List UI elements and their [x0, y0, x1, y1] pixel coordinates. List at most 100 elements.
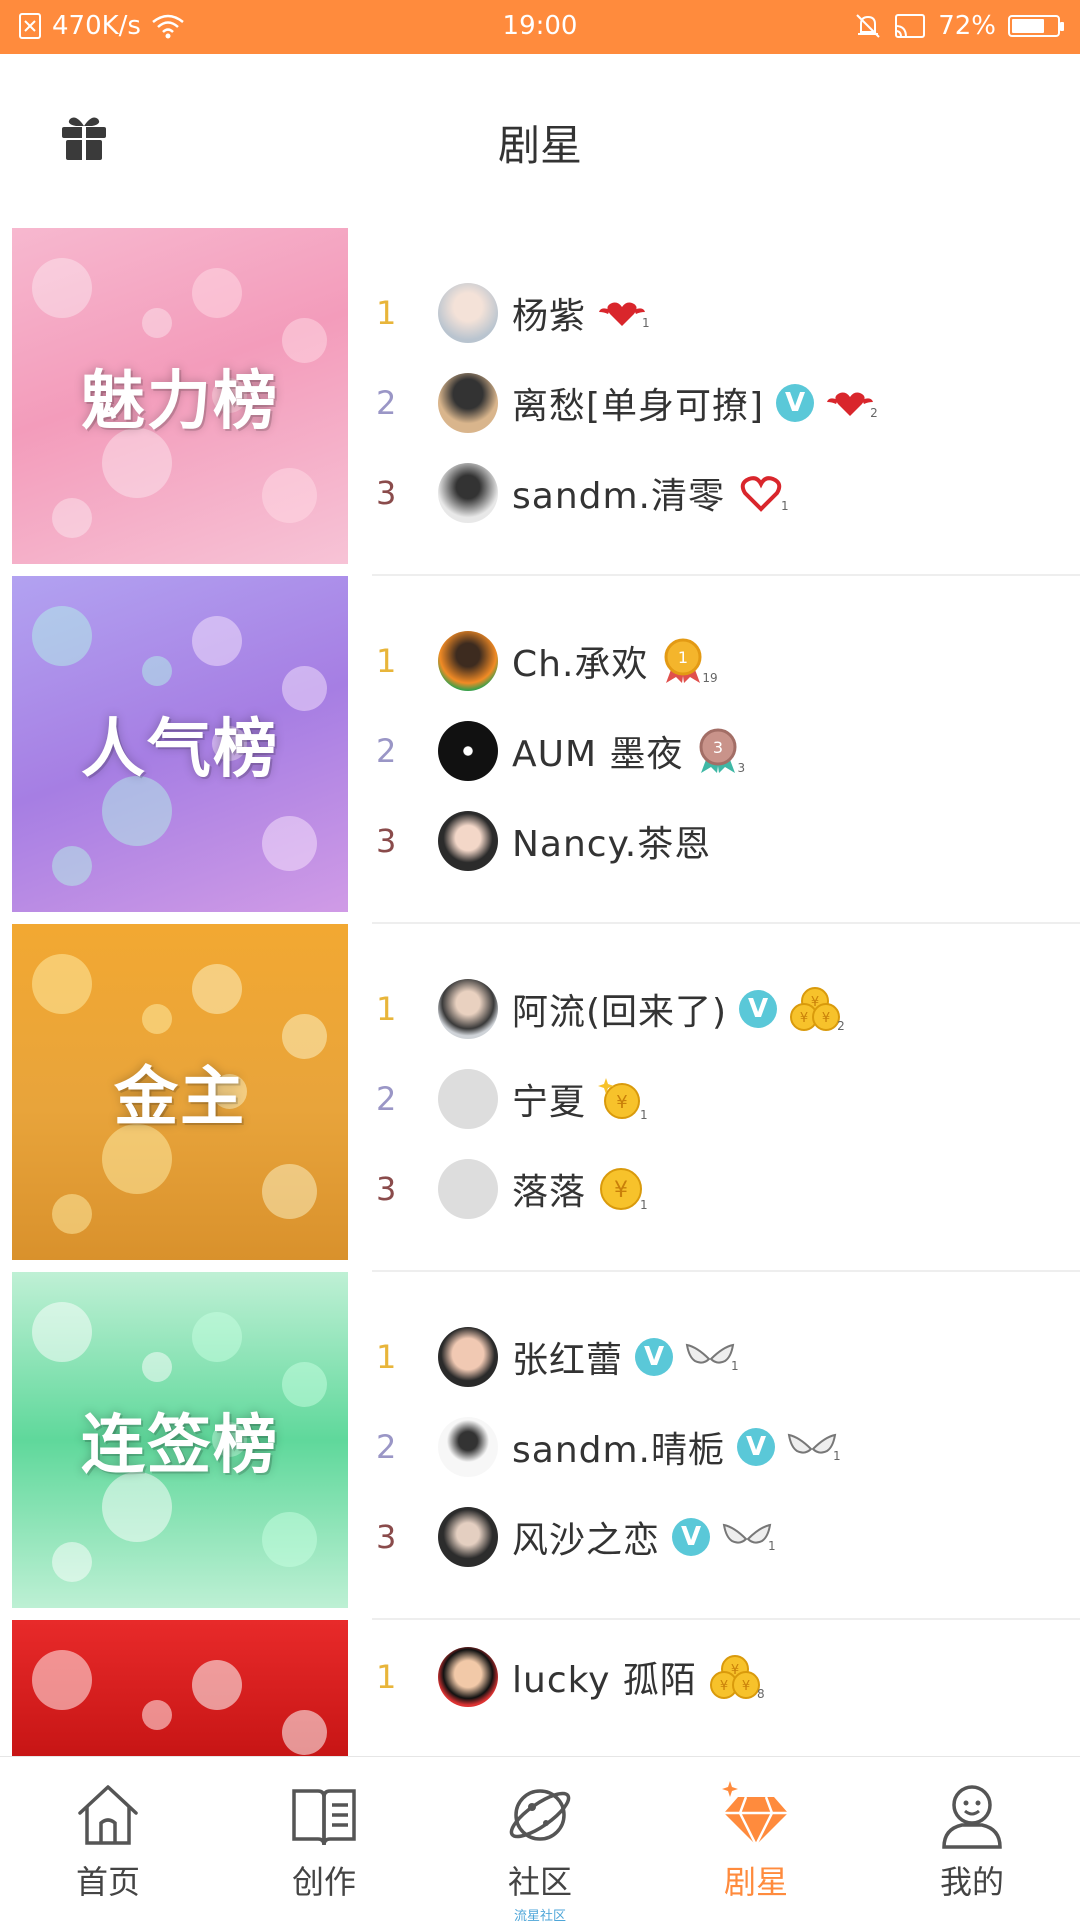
ranking-entry[interactable]: 3 风沙之恋 V 1: [372, 1492, 1080, 1582]
ranking-entry[interactable]: 2 sandm.晴栀 V 1: [372, 1402, 1080, 1492]
wings-icon: 1: [685, 1341, 739, 1373]
badge-level: 1: [640, 1198, 648, 1212]
ranking-entry[interactable]: 3 落落 ¥1: [372, 1144, 1080, 1234]
wings-icon-graphic: [685, 1343, 735, 1364]
board-banner[interactable]: 魅力榜: [12, 228, 348, 564]
username[interactable]: AUM 墨夜: [512, 725, 683, 777]
banner-bokeh: [282, 318, 327, 363]
username[interactable]: 宁夏: [512, 1073, 586, 1125]
ranking-entry[interactable]: 1 杨紫 1: [372, 268, 1080, 358]
planet-icon: [504, 1779, 576, 1851]
home-icon: [72, 1779, 144, 1851]
nav-item[interactable]: 我的: [864, 1757, 1080, 1921]
avatar[interactable]: [438, 463, 498, 523]
nav-item[interactable]: 首页: [0, 1757, 216, 1921]
svg-text:¥: ¥: [811, 995, 819, 1010]
coin-icon: ¥1: [598, 1166, 648, 1212]
wings-icon-graphic: [787, 1433, 837, 1454]
banner-bokeh: [32, 258, 92, 318]
ranking-entry[interactable]: 1 张红蕾 V 1: [372, 1312, 1080, 1402]
username[interactable]: 风沙之恋: [512, 1511, 660, 1563]
username[interactable]: Nancy.茶恩: [512, 815, 711, 867]
banner-bokeh: [52, 1194, 92, 1234]
rank-number: 2: [376, 1428, 397, 1466]
username[interactable]: 离愁[单身可撩]: [512, 377, 764, 429]
badge-level: 2: [870, 406, 878, 420]
avatar[interactable]: [438, 1159, 498, 1219]
diamond-icon: [720, 1779, 792, 1851]
nav-item[interactable]: 社区 流星社区: [432, 1757, 648, 1924]
username[interactable]: 杨紫: [512, 287, 586, 339]
header: 剧星: [0, 54, 1080, 220]
avatar[interactable]: [438, 283, 498, 343]
avatar[interactable]: [438, 1069, 498, 1129]
ranking-entry[interactable]: 3 sandm.清零 1: [372, 448, 1080, 538]
username[interactable]: Ch.承欢: [512, 635, 648, 687]
battery-percent: 72%: [938, 11, 996, 41]
username[interactable]: 落落: [512, 1163, 586, 1215]
username[interactable]: 阿流(回来了): [512, 983, 727, 1035]
ranking-entry[interactable]: 1 阿流(回来了) V ¥ ¥ ¥2: [372, 964, 1080, 1054]
banner-bokeh: [192, 616, 242, 666]
avatar[interactable]: [438, 979, 498, 1039]
svg-text:3: 3: [713, 738, 723, 757]
ranking-board: 1 lucky 孤陌 ¥ ¥ ¥8: [0, 1620, 1080, 1756]
heart-wings-icon: 1: [598, 296, 650, 330]
ranking-entry[interactable]: 2 离愁[单身可撩] V 2: [372, 358, 1080, 448]
battery-icon: [1008, 15, 1064, 37]
svg-text:1: 1: [678, 648, 688, 667]
username[interactable]: sandm.清零: [512, 467, 725, 519]
user-icon: [936, 1779, 1008, 1851]
board-banner[interactable]: 连签榜: [12, 1272, 348, 1608]
bronze-medal-icon: 33: [695, 727, 745, 775]
username[interactable]: 张红蕾: [512, 1331, 623, 1383]
avatar[interactable]: [438, 631, 498, 691]
banner-bokeh: [282, 1362, 327, 1407]
rank-number: 1: [376, 990, 397, 1028]
ranking-entry[interactable]: 1 lucky 孤陌 ¥ ¥ ¥8: [372, 1632, 1080, 1722]
banner-bokeh: [192, 1312, 242, 1362]
ranking-entry[interactable]: 3 Nancy.茶恩: [372, 796, 1080, 886]
user-icon-graphic: [942, 1785, 1002, 1849]
avatar[interactable]: [438, 1647, 498, 1707]
nav-item[interactable]: 剧星: [648, 1757, 864, 1921]
avatar[interactable]: [438, 1417, 498, 1477]
board-banner[interactable]: [12, 1620, 348, 1756]
avatar[interactable]: [438, 373, 498, 433]
badge-level: 2: [837, 1019, 845, 1033]
banner-bokeh: [32, 954, 92, 1014]
ranking-entry[interactable]: 2 AUM 墨夜 3 3: [372, 706, 1080, 796]
banner-bokeh: [52, 846, 92, 886]
home-icon-graphic: [78, 1785, 138, 1845]
heart-wings-icon-graphic: [827, 392, 874, 416]
bottom-navigation: 首页 创作 社区 流星社区 剧星 我的: [0, 1756, 1080, 1924]
wings-icon: 1: [787, 1431, 841, 1463]
badge-level: 3: [737, 761, 746, 775]
verified-icon: V: [776, 384, 815, 422]
board-banner[interactable]: 人气榜: [12, 576, 348, 912]
rank-number: 1: [376, 642, 397, 680]
banner-bokeh: [262, 1164, 317, 1219]
banner-bokeh: [32, 1302, 92, 1362]
rank-number: 3: [376, 822, 397, 860]
status-right: 72%: [854, 11, 1064, 41]
avatar[interactable]: [438, 1507, 498, 1567]
ranking-board: 魅力榜 1 杨紫 1 2 离愁[单身可撩] V 2 3 sandm.清零 1: [0, 228, 1080, 576]
ranking-entry[interactable]: 2 宁夏 ¥1: [372, 1054, 1080, 1144]
ranking-entry[interactable]: 1 Ch.承欢 1 19: [372, 616, 1080, 706]
book-icon: [288, 1779, 360, 1851]
avatar[interactable]: [438, 811, 498, 871]
username[interactable]: lucky 孤陌: [512, 1651, 697, 1703]
coin-icon-graphic: ¥: [600, 1168, 643, 1210]
heart-outline-icon-graphic: [740, 476, 782, 512]
board-banner[interactable]: 金主: [12, 924, 348, 1260]
board-title: 魅力榜: [81, 365, 279, 439]
banner-bokeh: [192, 1660, 242, 1710]
nav-item[interactable]: 创作: [216, 1757, 432, 1921]
username[interactable]: sandm.晴栀: [512, 1421, 725, 1473]
rank-number: 3: [376, 474, 397, 512]
avatar[interactable]: [438, 721, 498, 781]
banner-bokeh: [52, 1542, 92, 1582]
rank-number: 2: [376, 732, 397, 770]
avatar[interactable]: [438, 1327, 498, 1387]
